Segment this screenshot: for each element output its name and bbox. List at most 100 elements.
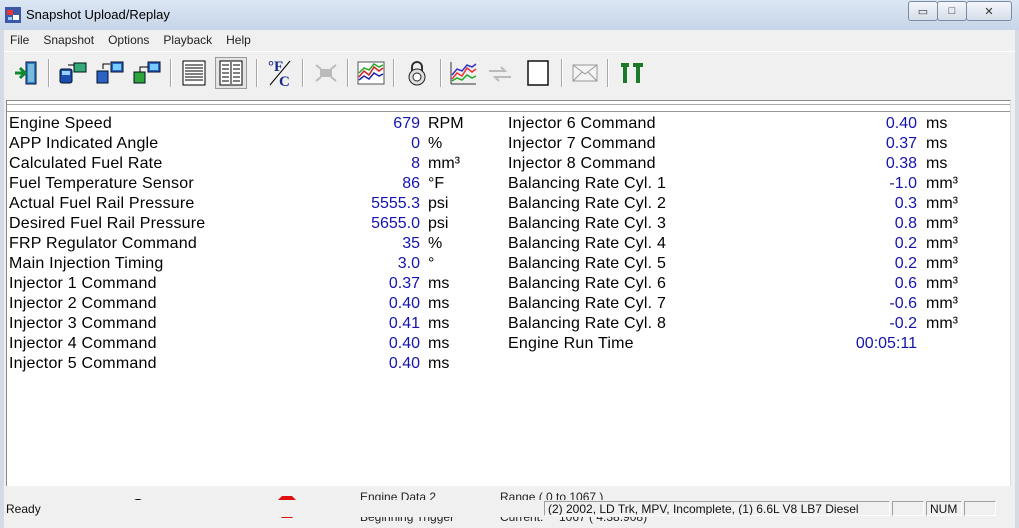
parameter-label: Balancing Rate Cyl. 7 bbox=[508, 295, 667, 312]
parameter-value: 3.0 bbox=[397, 255, 420, 272]
parameter-unit: mm³ bbox=[926, 315, 958, 332]
parameter-label: Balancing Rate Cyl. 5 bbox=[508, 255, 667, 272]
parameter-value: 679 bbox=[393, 115, 420, 132]
parameter-row: Balancing Rate Cyl. 2 0.3 mm³ bbox=[508, 194, 978, 214]
parameter-row: Fuel Temperature Sensor 86 °F bbox=[9, 174, 479, 194]
exit-button[interactable] bbox=[11, 57, 43, 89]
parameter-unit: mm³ bbox=[926, 295, 958, 312]
menu-bar: File Snapshot Options Playback Help bbox=[4, 30, 1015, 50]
parameter-row: FRP Regulator Command 35% bbox=[9, 234, 479, 254]
client-area: File Snapshot Options Playback Help °F C… bbox=[4, 30, 1015, 528]
upload-button[interactable] bbox=[57, 57, 89, 89]
exit-icon bbox=[15, 61, 37, 85]
parameter-row: Balancing Rate Cyl. 8 -0.2 mm³ bbox=[508, 314, 978, 334]
parameter-value: -0.6 bbox=[889, 295, 917, 312]
flash-button[interactable] bbox=[310, 57, 342, 89]
parameter-label: Actual Fuel Rail Pressure bbox=[9, 195, 195, 212]
parameter-row: Injector 6 Command 0.40 ms bbox=[508, 114, 978, 134]
parameter-label: APP Indicated Angle bbox=[9, 135, 159, 152]
temperature-units-button[interactable]: °F C bbox=[264, 57, 296, 89]
status-bar: Ready (2) 2002, LD Trk, MPV, Incomplete,… bbox=[4, 500, 1015, 517]
parameter-unit: RPM bbox=[428, 115, 464, 132]
parameter-row: Injector 7 Command 0.37 ms bbox=[508, 134, 978, 154]
parameter-row: Injector 2 Command 0.40 ms bbox=[9, 294, 479, 314]
flash-icon bbox=[315, 64, 337, 82]
transfer-icon bbox=[96, 61, 124, 84]
graph-icon bbox=[357, 61, 385, 85]
menu-snapshot[interactable]: Snapshot bbox=[36, 30, 101, 50]
parameter-label: Injector 2 Command bbox=[9, 295, 157, 312]
lock-button[interactable] bbox=[401, 57, 433, 89]
parameter-value: 8 bbox=[411, 155, 420, 172]
parameter-value: 0.2 bbox=[894, 235, 917, 252]
transfer-button[interactable] bbox=[94, 57, 126, 89]
menu-playback[interactable]: Playback bbox=[156, 30, 219, 50]
parameter-label: Balancing Rate Cyl. 6 bbox=[508, 275, 667, 292]
grid-view-icon bbox=[182, 60, 206, 86]
parameter-value: 0.6 bbox=[894, 275, 917, 292]
minimize-button[interactable]: ▭ bbox=[908, 1, 938, 21]
parameter-label: Balancing Rate Cyl. 1 bbox=[508, 175, 667, 192]
parameter-row: Calculated Fuel Rate 8 mm³ bbox=[9, 154, 479, 174]
menu-help[interactable]: Help bbox=[219, 30, 258, 50]
chart-button[interactable] bbox=[447, 57, 479, 89]
page-button[interactable] bbox=[522, 57, 554, 89]
parameter-unit: ms bbox=[428, 275, 450, 292]
maximize-button[interactable]: □ bbox=[937, 1, 967, 21]
parameter-unit: psi bbox=[428, 195, 449, 212]
parameter-value: 0.40 bbox=[388, 335, 420, 352]
parameter-value: 00:05:11 bbox=[855, 335, 917, 352]
network-button[interactable] bbox=[131, 57, 163, 89]
menu-file[interactable]: File bbox=[4, 30, 36, 50]
parameter-label: Balancing Rate Cyl. 4 bbox=[508, 235, 667, 252]
vehicle-info: (2) 2002, LD Trk, MPV, Incomplete, (1) 6… bbox=[544, 501, 890, 516]
parameter-label: Fuel Temperature Sensor bbox=[9, 175, 194, 192]
parameter-value: 0.8 bbox=[894, 215, 917, 232]
parameter-label: Engine Speed bbox=[9, 115, 112, 132]
parameter-unit: ms bbox=[926, 155, 948, 172]
parameter-label: Calculated Fuel Rate bbox=[9, 155, 163, 172]
window-title: Snapshot Upload/Replay bbox=[26, 7, 170, 22]
parameter-unit: % bbox=[428, 135, 443, 152]
parameter-unit: mm³ bbox=[926, 235, 958, 252]
parameter-value: 0.37 bbox=[388, 275, 420, 292]
parameter-row: Balancing Rate Cyl. 7 -0.6 mm³ bbox=[508, 294, 978, 314]
status-text: Ready bbox=[6, 502, 41, 516]
tools-button[interactable] bbox=[615, 57, 647, 89]
parameter-label: Desired Fuel Rail Pressure bbox=[9, 215, 206, 232]
close-icon: ✕ bbox=[984, 5, 994, 18]
parameter-unit: psi bbox=[428, 215, 449, 232]
parameter-value: 86 bbox=[402, 175, 420, 192]
parameter-row: Desired Fuel Rail Pressure 5655.0 psi bbox=[9, 214, 479, 234]
close-button[interactable]: ✕ bbox=[966, 1, 1012, 21]
parameter-row: Injector 4 Command 0.40 ms bbox=[9, 334, 479, 354]
parameter-label: Injector 6 Command bbox=[508, 115, 656, 132]
parameter-value: -1.0 bbox=[889, 175, 917, 192]
parameter-unit: ms bbox=[428, 295, 450, 312]
email-button[interactable] bbox=[569, 57, 601, 89]
parameter-value: 0.38 bbox=[885, 155, 917, 172]
page-icon bbox=[527, 60, 549, 86]
parameter-unit: mm³ bbox=[926, 195, 958, 212]
parameter-value: 5655.0 bbox=[371, 215, 420, 232]
parameter-unit: °F bbox=[428, 175, 445, 192]
parameter-row: Injector 5 Command 0.40 ms bbox=[9, 354, 479, 374]
grid-view-button[interactable] bbox=[178, 57, 210, 89]
parameter-value: 0.40 bbox=[885, 115, 917, 132]
maximize-icon: □ bbox=[948, 5, 956, 17]
network-icon bbox=[133, 61, 161, 84]
upload-icon bbox=[59, 62, 87, 84]
parameter-unit: mm³ bbox=[926, 215, 958, 232]
right-parameter-column: Injector 6 Command 0.40 ms Injector 7 Comma… bbox=[508, 114, 978, 354]
parameter-row: Balancing Rate Cyl. 1 -1.0 mm³ bbox=[508, 174, 978, 194]
menu-options[interactable]: Options bbox=[101, 30, 156, 50]
parameter-unit: ms bbox=[926, 135, 948, 152]
lock-icon bbox=[408, 61, 426, 86]
parameter-row: Injector 3 Command 0.41 ms bbox=[9, 314, 479, 334]
num-lock-indicator: NUM bbox=[926, 501, 962, 516]
graph-button[interactable] bbox=[355, 57, 387, 89]
title-bar: Snapshot Upload/Replay ▭ □ ✕ bbox=[0, 0, 1019, 30]
parameter-unit: mm³ bbox=[926, 275, 958, 292]
list-view-button[interactable] bbox=[215, 57, 247, 89]
convert-button[interactable] bbox=[484, 57, 516, 89]
